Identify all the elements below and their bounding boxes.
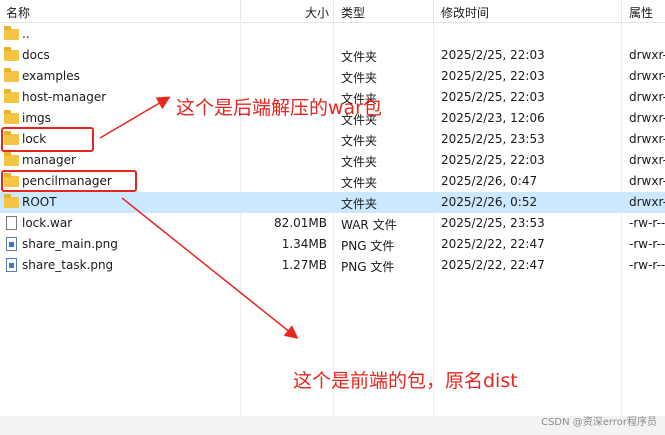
file-name: host-manager <box>22 90 107 104</box>
folder-icon <box>4 110 19 124</box>
file-attributes: drwxr- <box>629 174 665 188</box>
file-attributes: drwxr- <box>629 90 665 104</box>
file-row-examples[interactable]: examples 文件夹 2025/2/25, 22:03 drwxr- <box>0 66 665 87</box>
file-type: 文件夹 <box>341 197 378 211</box>
file-attributes: drwxr- <box>629 132 665 146</box>
annotation-frontend-dist: 这个是前端的包，原名dist <box>293 370 518 392</box>
file-type: 文件夹 <box>341 71 378 85</box>
file-name: .. <box>22 27 30 41</box>
file-name: examples <box>22 69 80 83</box>
column-header-attributes[interactable]: 属性 <box>629 4 653 21</box>
watermark: CSDN @资深error程序员 <box>541 417 657 428</box>
file-row-parent[interactable]: .. <box>0 24 665 45</box>
file-modified: 2025/2/26, 0:47 <box>441 174 538 188</box>
file-row-docs[interactable]: docs 文件夹 2025/2/25, 22:03 drwxr- <box>0 45 665 66</box>
folder-icon <box>4 68 19 82</box>
file-attributes: drwxr- <box>629 69 665 83</box>
file-type: 文件夹 <box>341 176 378 190</box>
file-name: share_main.png <box>22 237 118 251</box>
file-type: 文件夹 <box>341 50 378 64</box>
column-divider[interactable] <box>621 0 622 22</box>
file-attributes: -rw-r-- <box>629 237 665 251</box>
image-file-icon <box>6 258 17 272</box>
file-name: docs <box>22 48 50 62</box>
file-modified: 2025/2/25, 22:03 <box>441 153 545 167</box>
file-type: PNG 文件 <box>341 239 395 253</box>
column-header-bar: ⌃ 名称 大小 类型 修改时间 属性 <box>0 0 665 23</box>
file-row-share-task[interactable]: share_task.png 1.27MB PNG 文件 2025/2/22, … <box>0 255 665 276</box>
file-row-manager[interactable]: manager 文件夹 2025/2/25, 22:03 drwxr- <box>0 150 665 171</box>
file-attributes: -rw-r-- <box>629 258 665 272</box>
file-attributes: -rw-r-- <box>629 216 665 230</box>
column-divider[interactable] <box>240 0 241 22</box>
file-type: PNG 文件 <box>341 260 395 274</box>
file-name: lock.war <box>22 216 73 230</box>
highlight-box-lock <box>1 127 94 152</box>
file-name: share_task.png <box>22 258 114 272</box>
file-modified: 2025/2/22, 22:47 <box>441 237 545 251</box>
file-modified: 2025/2/23, 12:06 <box>441 111 545 125</box>
file-modified: 2025/2/25, 22:03 <box>441 69 545 83</box>
file-row-share-main[interactable]: share_main.png 1.34MB PNG 文件 2025/2/22, … <box>0 234 665 255</box>
file-type: WAR 文件 <box>341 218 397 232</box>
file-name: ROOT <box>22 195 57 209</box>
annotation-backend-war: 这个是后端解压的war包 <box>176 97 382 119</box>
column-divider[interactable] <box>333 0 334 22</box>
file-attributes: drwxr- <box>629 111 665 125</box>
file-name: manager <box>22 153 76 167</box>
folder-icon <box>4 89 19 103</box>
column-header-size[interactable]: 大小 <box>305 4 329 21</box>
file-modified: 2025/2/25, 23:53 <box>441 216 545 230</box>
image-file-icon <box>6 237 17 251</box>
folder-icon <box>4 194 19 208</box>
file-row-root[interactable]: ROOT 文件夹 2025/2/26, 0:52 drwxr- <box>0 192 665 213</box>
file-modified: 2025/2/25, 22:03 <box>441 48 545 62</box>
column-header-name[interactable]: 名称 <box>6 4 30 21</box>
file-icon <box>6 216 17 230</box>
highlight-box-pencilmanager <box>1 170 137 192</box>
column-divider[interactable] <box>433 0 434 22</box>
file-modified: 2025/2/26, 0:52 <box>441 195 538 209</box>
file-attributes: drwxr- <box>629 48 665 62</box>
file-name: imgs <box>22 111 51 125</box>
file-modified: 2025/2/25, 23:53 <box>441 132 545 146</box>
file-size: 1.27MB <box>281 258 327 272</box>
folder-icon <box>4 152 19 166</box>
folder-icon <box>4 47 19 61</box>
file-type: 文件夹 <box>341 155 378 169</box>
column-header-type[interactable]: 类型 <box>341 4 365 21</box>
file-row-lock-war[interactable]: lock.war 82.01MB WAR 文件 2025/2/25, 23:53… <box>0 213 665 234</box>
file-modified: 2025/2/25, 22:03 <box>441 90 545 104</box>
file-row-lock[interactable]: lock 文件夹 2025/2/25, 23:53 drwxr- <box>0 129 665 150</box>
file-type: 文件夹 <box>341 134 378 148</box>
sort-ascending-icon: ⌃ <box>114 0 123 7</box>
file-modified: 2025/2/22, 22:47 <box>441 258 545 272</box>
file-size: 82.01MB <box>274 216 327 230</box>
folder-icon <box>4 26 19 40</box>
file-attributes: drwxr- <box>629 195 665 209</box>
file-attributes: drwxr- <box>629 153 665 167</box>
column-header-modified[interactable]: 修改时间 <box>441 4 489 21</box>
file-size: 1.34MB <box>281 237 327 251</box>
